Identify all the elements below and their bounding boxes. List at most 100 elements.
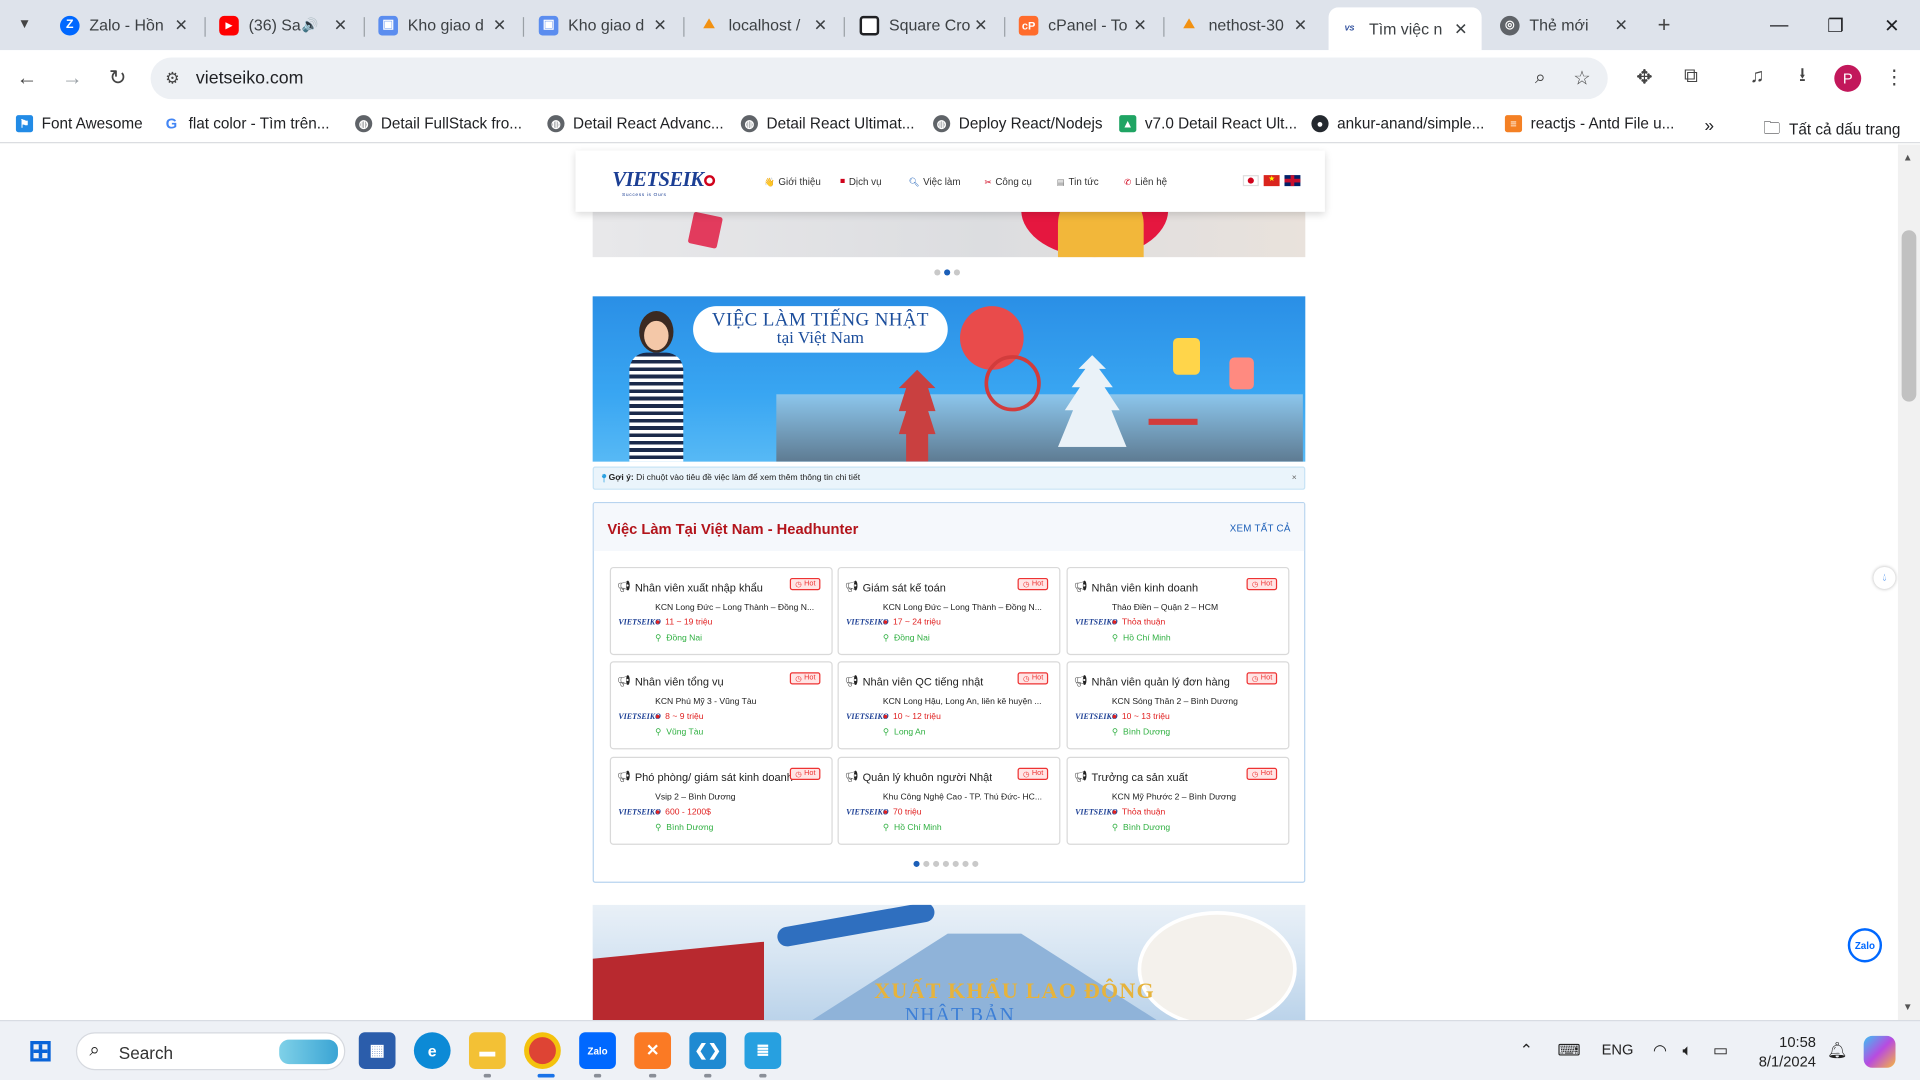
site-info-icon[interactable]: ⚙	[165, 69, 179, 89]
bookmark-item[interactable]: ◍ Detail React Advanc...	[547, 115, 724, 133]
chevron-up-icon[interactable]: ⌃	[1520, 1041, 1533, 1061]
vietnam-flag-icon[interactable]: ★	[1263, 175, 1280, 187]
system-clock[interactable]: 10:58 8/1/2024	[1751, 1032, 1816, 1071]
job-card[interactable]: 📢︎ Nhân viên xuất nhập khẩu ◷ Hot VIETSEIKO K…	[609, 566, 833, 656]
job-card[interactable]: 📢︎ Nhân viên QC tiếng nhật ◷ Hot VIETSEIKO KC…	[837, 661, 1061, 750]
close-icon[interactable]: ×	[1292, 474, 1297, 483]
job-title[interactable]: 📢︎ Nhân viên tổng vụ	[617, 675, 724, 688]
close-window-button[interactable]: ✕	[1864, 0, 1920, 50]
copilot-icon[interactable]	[1863, 1035, 1896, 1068]
close-icon[interactable]: ✕	[331, 15, 351, 35]
slider-dot-active[interactable]	[944, 269, 951, 276]
file-explorer-icon[interactable]: ▬	[468, 1032, 506, 1069]
nav-services[interactable]: ■ Dịch vụ	[840, 176, 882, 187]
address-bar[interactable]: ⚙ vietseiko.com ⌕ ☆	[150, 57, 1608, 100]
job-title[interactable]: 📢︎ Nhân viên quản lý đơn hàng	[1074, 675, 1230, 688]
close-icon[interactable]: ✕	[650, 15, 670, 35]
battery-icon[interactable]: ▭	[1713, 1041, 1728, 1061]
new-tab-button[interactable]: +	[1647, 7, 1681, 41]
bookmark-item[interactable]: ≡ reactjs - Antd File u...	[1504, 115, 1674, 133]
chrome-icon[interactable]	[524, 1032, 561, 1069]
vscode-icon[interactable]: ❮❯	[689, 1032, 727, 1069]
see-all-link[interactable]: XEM TẤT CẢ	[1230, 523, 1291, 534]
close-icon[interactable]: ✕	[1130, 15, 1150, 35]
browser-tab[interactable]: ⛰ localhost / ✕	[688, 7, 841, 43]
speaker-icon[interactable]: 🔊	[302, 17, 319, 33]
job-card[interactable]: 📢︎ Quản lý khuôn người Nhật ◷ Hot VIETSEIKO K…	[837, 756, 1061, 845]
job-title[interactable]: 📢︎ Giám sát kế toán	[845, 580, 946, 593]
hero-slider-dots[interactable]	[934, 269, 961, 276]
bookmark-item[interactable]: ◍ Detail React Ultimat...	[740, 115, 915, 133]
close-icon[interactable]: ✕	[1451, 19, 1471, 39]
close-icon[interactable]: ✕	[1611, 15, 1631, 35]
browser-tab[interactable]: cP cPanel - To ✕	[1008, 7, 1161, 43]
slider-dot[interactable]	[953, 269, 961, 276]
job-title[interactable]: 📢︎ Nhân viên QC tiếng nhật	[845, 675, 983, 688]
nav-jobs[interactable]: 🔍︎ Việc làm	[909, 176, 961, 187]
slider-dot-active[interactable]	[913, 860, 920, 867]
language-indicator[interactable]: ENG	[1602, 1041, 1634, 1058]
job-title[interactable]: 📢︎ Phó phòng/ giám sát kinh doanh	[617, 770, 793, 783]
move-icon[interactable]: ✥	[1630, 62, 1659, 91]
close-icon[interactable]: ✕	[971, 15, 991, 35]
bookmark-item[interactable]: ◍ Deploy React/Nodejs	[933, 115, 1103, 133]
forward-button[interactable]: →	[55, 61, 89, 95]
jobs-slider-dots[interactable]	[913, 860, 979, 867]
close-icon[interactable]: ✕	[490, 15, 510, 35]
browser-tab[interactable]: Square Cro ✕	[849, 7, 1002, 43]
extensions-icon[interactable]: ⧉	[1676, 62, 1705, 91]
media-control-icon[interactable]: ♫	[1742, 62, 1771, 91]
wifi-icon[interactable]: ◠	[1653, 1041, 1667, 1061]
all-bookmarks-folder[interactable]: 🗀 Tất cả dấu trang	[1763, 115, 1900, 144]
slider-dot[interactable]	[933, 860, 940, 867]
job-card[interactable]: 📢︎ Trưởng ca sản xuất ◷ Hot VIETSEIKO KCN Mỹ …	[1066, 756, 1290, 845]
job-card[interactable]: 📢︎ Giám sát kế toán ◷ Hot VIETSEIKO KCN Long …	[837, 566, 1061, 656]
close-icon[interactable]: ✕	[171, 15, 191, 35]
edge-icon[interactable]: e	[413, 1032, 451, 1069]
bookmark-item[interactable]: ● ankur-anand/simple...	[1311, 115, 1484, 133]
scrollbar-thumb[interactable]	[1901, 230, 1917, 402]
scroll-down-icon[interactable]: ▼	[1903, 1002, 1913, 1013]
job-card[interactable]: 📢︎ Nhân viên quản lý đơn hàng ◷ Hot VIETSEIK…	[1066, 661, 1290, 750]
nav-news[interactable]: ▤ Tin tức	[1057, 176, 1099, 187]
nav-contact[interactable]: ✆ Liên hệ	[1124, 176, 1167, 187]
job-card[interactable]: 📢︎ Phó phòng/ giám sát kinh doanh ◷ Hot VIET…	[609, 756, 833, 845]
page-scrollbar[interactable]: ▲ ▼	[1897, 144, 1920, 1021]
browser-tab[interactable]: Z Zalo - Hồn ✕	[49, 7, 202, 43]
job-title[interactable]: 📢︎ Quản lý khuôn người Nhật	[845, 770, 992, 783]
slider-dot[interactable]	[923, 860, 930, 867]
volume-icon[interactable]: 🔈︎	[1682, 1041, 1692, 1061]
slider-dot[interactable]	[942, 860, 949, 867]
uk-flag-icon[interactable]	[1284, 175, 1301, 187]
zalo-icon[interactable]: Zalo	[579, 1032, 616, 1069]
site-logo[interactable]: VIETSEIK	[612, 168, 716, 192]
scroll-up-icon[interactable]: ▲	[1903, 152, 1913, 163]
job-title[interactable]: 📢︎ Trưởng ca sản xuất	[1074, 770, 1188, 783]
zoom-icon[interactable]: ⌕	[1526, 64, 1555, 93]
hero-slider[interactable]	[592, 211, 1306, 258]
close-icon[interactable]: ✕	[811, 15, 831, 35]
slider-dot[interactable]	[962, 860, 969, 867]
menu-icon[interactable]: ⋮	[1880, 62, 1909, 91]
browser-tab[interactable]: ▶ (36) Sa 🔊 ✕	[208, 7, 361, 43]
more-bookmarks-button[interactable]: »	[1704, 115, 1714, 135]
browser-tab[interactable]: ◎ Thẻ mới ✕	[1489, 7, 1642, 43]
taskbar-search[interactable]: ⌕ Search	[75, 1032, 346, 1071]
restore-button[interactable]: ❐	[1807, 0, 1863, 50]
xampp-icon[interactable]: ✕	[634, 1032, 672, 1069]
browser-tab[interactable]: ⛰ nethost-30 ✕	[1168, 7, 1321, 43]
browser-tab-active[interactable]: VS Tìm việc n ✕	[1328, 7, 1482, 51]
nav-tools[interactable]: ✂ Công cụ	[984, 176, 1031, 187]
job-title[interactable]: 📢︎ Nhân viên kinh doanh	[1074, 580, 1198, 593]
back-button[interactable]: ←	[10, 61, 44, 95]
slider-dot[interactable]	[972, 860, 979, 867]
job-card[interactable]: 📢︎ Nhân viên tổng vụ ◷ Hot VIETSEIKO KCN Phú …	[609, 661, 833, 750]
floating-side-button[interactable]: 💧︎	[1873, 566, 1896, 589]
bookmark-item[interactable]: Gflat color - Tìm trên...	[162, 115, 329, 133]
notepad-icon[interactable]: ≣	[744, 1032, 782, 1069]
job-card[interactable]: 📢︎ Nhân viên kinh doanh ◷ Hot VIETSEIKO Thảo …	[1066, 566, 1290, 656]
windows-start-icon[interactable]: ⊞	[22, 1032, 59, 1069]
reload-button[interactable]: ↻	[100, 61, 134, 95]
browser-tab[interactable]: ▣ Kho giao d ✕	[528, 7, 681, 43]
star-icon[interactable]: ☆	[1567, 64, 1596, 93]
